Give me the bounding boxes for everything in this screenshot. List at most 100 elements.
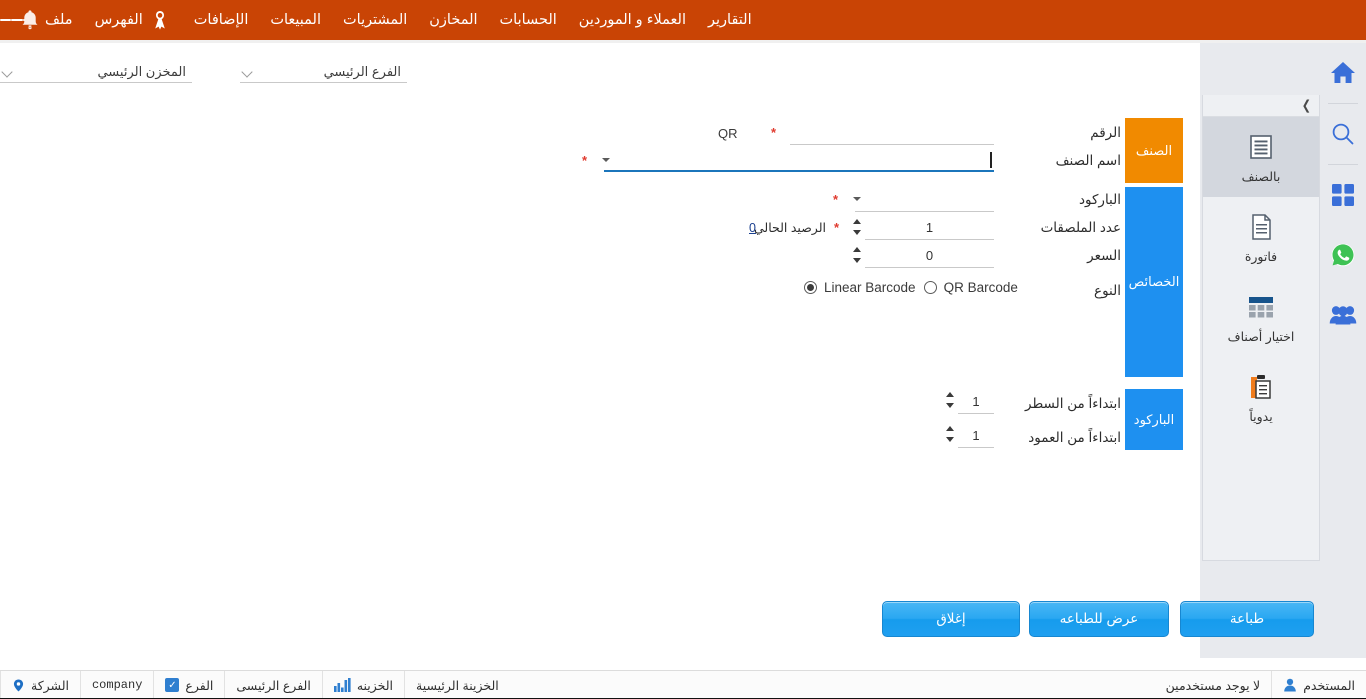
labels-count-stepper[interactable] (852, 219, 861, 235)
list-lines-icon (1244, 130, 1278, 164)
status-branch[interactable]: ✓ الفرع (153, 670, 224, 699)
extra-select[interactable]: ✔ (0, 61, 43, 83)
panel-item-by-item-label: بالصنف (1241, 170, 1281, 184)
number-input[interactable] (790, 125, 994, 145)
menu-index[interactable]: الفهرس (84, 0, 183, 40)
radio-linear-barcode-indicator[interactable] (804, 281, 817, 294)
price-input[interactable]: 0 (865, 248, 994, 268)
radio-linear-barcode-label: Linear Barcode (824, 280, 916, 295)
menu-addons[interactable]: الإضافات (183, 0, 260, 40)
barcode-input[interactable] (855, 192, 994, 212)
current-balance-value[interactable]: 0 (749, 221, 756, 235)
filter-select-row: الفرع الرئيسي المخزن الرئيسي ✔ (0, 43, 1200, 88)
panel-item-manual[interactable]: يدوياً (1203, 357, 1319, 437)
tab-properties-label: الخصائص (1128, 274, 1180, 289)
rail-apps[interactable] (1320, 165, 1366, 225)
print-preview-button[interactable]: عرض للطباعه (1029, 601, 1169, 637)
radio-qr-barcode-indicator[interactable] (923, 281, 937, 294)
menu-reports[interactable]: التقارير (697, 0, 763, 40)
tab-barcode-label: الباركود (1133, 411, 1175, 427)
labels-count-value: 1 (925, 220, 934, 235)
radio-qr-barcode[interactable]: QR Barcode (923, 280, 1018, 295)
right-icon-rail (1320, 43, 1366, 658)
status-treasury[interactable]: الخزينه (321, 670, 404, 699)
status-user[interactable]: المستخدم (1272, 671, 1366, 699)
number-required-mark: * (771, 125, 777, 140)
bell-icon[interactable] (0, 0, 60, 40)
status-bar: الشركة company ✓ الفرع الفرع الرئيسى الخ… (0, 670, 1366, 699)
panel-item-select-items[interactable]: اختيار أصناف (1203, 277, 1319, 357)
menu-customers-suppliers[interactable]: العملاء و الموردين (568, 0, 697, 40)
panel-item-invoice-label: فاتورة (1244, 250, 1278, 264)
panel-item-invoice[interactable]: فاتورة (1203, 197, 1319, 277)
branch-select[interactable]: الفرع الرئيسي (240, 61, 407, 83)
close-button[interactable]: إغلاق (882, 601, 1020, 637)
start-col-stepper[interactable] (945, 426, 954, 442)
menu-sales[interactable]: المبيعات (259, 0, 332, 40)
stepper-down-icon[interactable] (852, 258, 861, 263)
stepper-down-icon[interactable] (852, 230, 861, 235)
stepper-down-icon[interactable] (945, 437, 954, 442)
panel-expand-button[interactable]: ❯ (1203, 95, 1319, 117)
tab-item[interactable]: الصنف (1125, 118, 1183, 183)
action-button-row: طباعة عرض للطباعه إغلاق (880, 601, 1320, 637)
stepper-down-icon[interactable] (945, 403, 954, 408)
ribbon-icon (150, 9, 170, 31)
labels-count-required-mark: * (834, 220, 840, 235)
number-label: الرقم (1090, 125, 1121, 140)
price-stepper[interactable] (852, 247, 861, 263)
clipboard-icon (1244, 370, 1278, 404)
main-content-area (0, 88, 1200, 658)
start-row-label: ابتداءاً من السطر (1025, 396, 1121, 411)
close-button-label: إغلاق (936, 611, 966, 626)
item-name-input[interactable] (604, 152, 994, 172)
barcode-required-mark: * (833, 192, 839, 207)
start-col-input[interactable]: 1 (958, 428, 994, 448)
status-treasury-value-cell: الخزينة الرئيسية (404, 670, 510, 699)
rail-users[interactable] (1320, 285, 1366, 345)
chart-bars-icon (333, 678, 351, 692)
stepper-up-icon[interactable] (852, 219, 861, 224)
start-row-stepper[interactable] (945, 392, 954, 408)
print-preview-button-label: عرض للطباعه (1059, 611, 1139, 626)
menu-purchases[interactable]: المشتريات (332, 0, 418, 40)
tab-barcode[interactable]: الباركود (1125, 389, 1183, 450)
stepper-up-icon[interactable] (945, 426, 954, 431)
labels-count-input[interactable]: 1 (865, 220, 994, 240)
menu-accounts[interactable]: الحسابات (489, 0, 568, 40)
barcode-type-radio-group: Linear Barcode QR Barcode (790, 280, 1018, 295)
print-button[interactable]: طباعة (1180, 601, 1314, 637)
menu-index-label: الفهرس (94, 12, 143, 28)
document-icon (1244, 210, 1278, 244)
status-company-value-cell: company (79, 670, 153, 699)
app-root: ملف الفهرس الإضافات المبيعات المشتريات ا… (0, 0, 1366, 699)
rail-whatsapp[interactable] (1320, 225, 1366, 285)
chevron-down-icon[interactable] (853, 197, 861, 201)
rail-search[interactable] (1320, 104, 1366, 164)
start-row-input[interactable]: 1 (958, 394, 994, 414)
panel-item-by-item[interactable]: بالصنف (1203, 117, 1319, 197)
status-company[interactable]: الشركة (0, 670, 80, 699)
users-icon (1329, 306, 1357, 325)
status-user-value: لا يوجد مستخدمين (1165, 678, 1261, 693)
home-icon (1331, 62, 1355, 83)
rail-home[interactable] (1320, 43, 1366, 103)
status-branch-label: الفرع (185, 678, 214, 693)
status-user-value-cell: لا يوجد مستخدمين (1155, 670, 1273, 699)
stepper-up-icon[interactable] (945, 392, 954, 397)
chevron-down-icon (240, 65, 254, 79)
tab-properties[interactable]: الخصائص (1125, 187, 1183, 377)
radio-linear-barcode[interactable]: Linear Barcode (804, 280, 916, 295)
mode-side-panel: ❯ بالصنف فاتورة اختيار أصناف يدوياً (1202, 95, 1320, 561)
labels-count-label: عدد الملصقات (1040, 220, 1121, 235)
status-company-label: الشركة (31, 678, 69, 693)
price-value: 0 (925, 248, 934, 263)
stepper-up-icon[interactable] (852, 247, 861, 252)
panel-item-manual-label: يدوياً (1249, 410, 1273, 424)
menu-warehouses[interactable]: المخازن (418, 0, 488, 40)
user-icon (1284, 678, 1296, 692)
barcode-label: الباركود (1079, 192, 1121, 207)
location-pin-icon (13, 679, 24, 691)
chevron-down-icon[interactable] (602, 158, 610, 162)
type-label: النوع (1094, 283, 1121, 298)
